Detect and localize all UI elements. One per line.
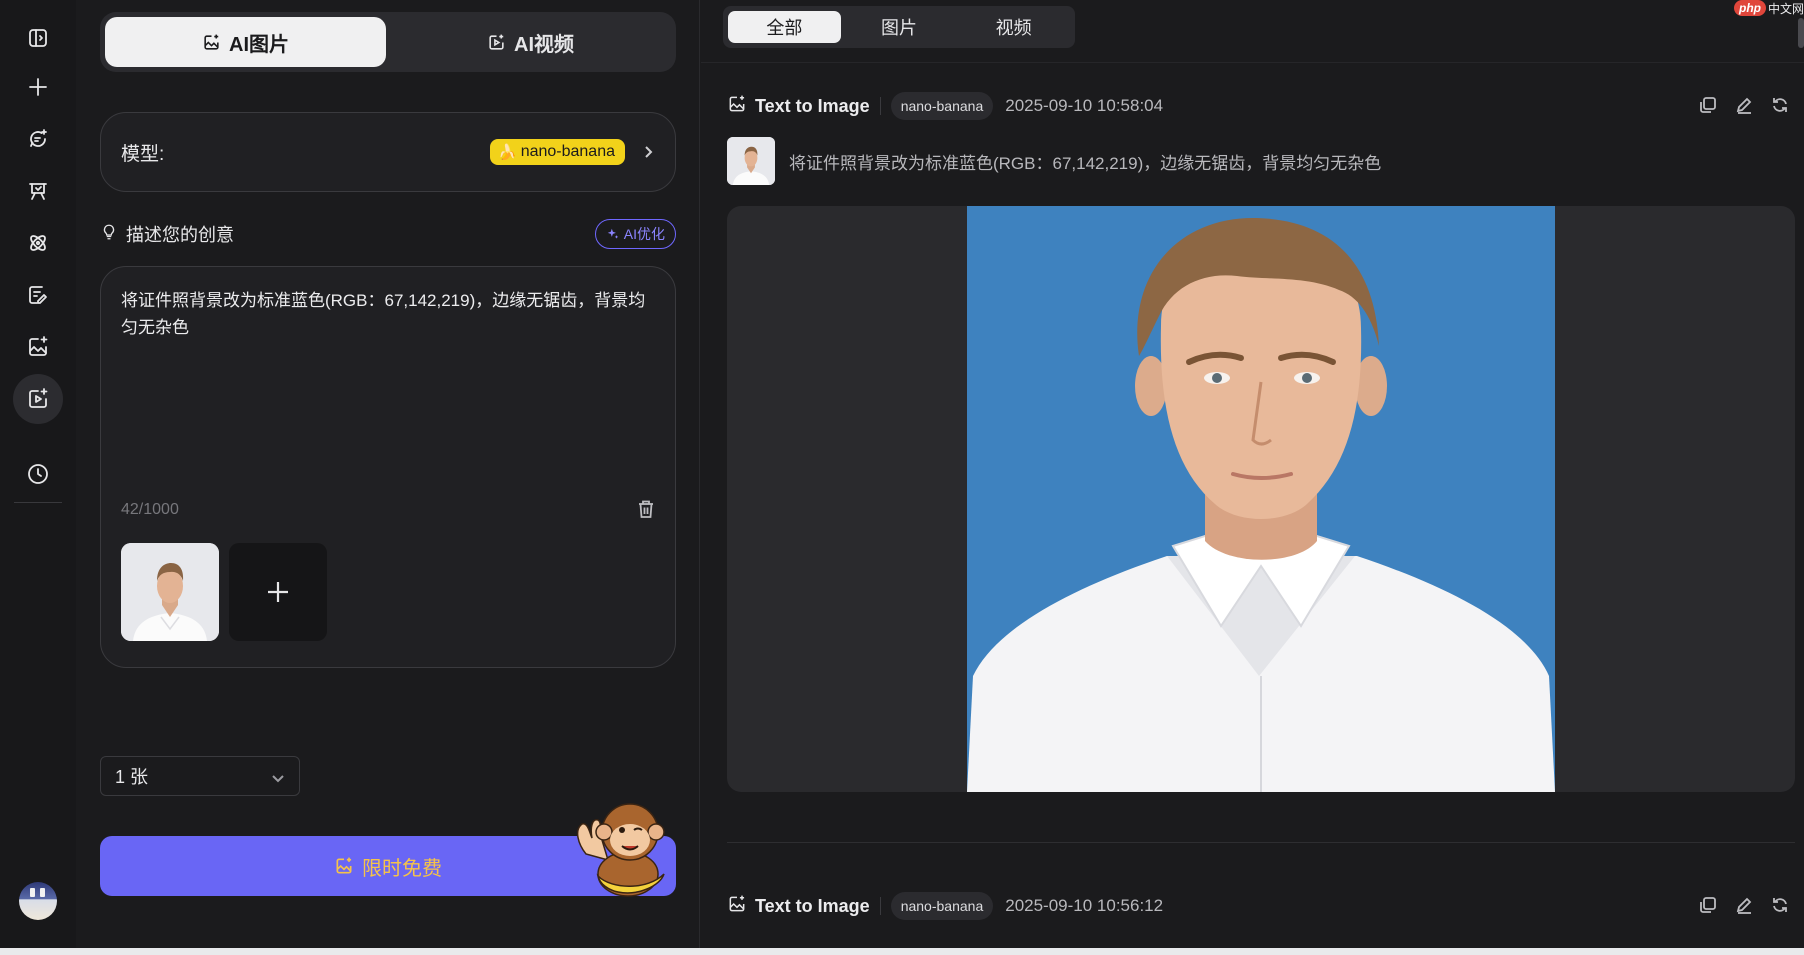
char-count: 42/1000: [121, 501, 179, 518]
video-gen-button[interactable]: [13, 374, 63, 424]
image-icon: [204, 34, 219, 50]
model-label: 模型:: [121, 143, 165, 165]
watermark-suffix: 中文网: [1767, 1, 1804, 16]
model-chip: nano-banana: [890, 92, 994, 120]
plus-icon: [268, 582, 288, 602]
model-selector[interactable]: 模型: 🍌 nano-banana: [100, 112, 676, 192]
add-reference-button[interactable]: [229, 543, 327, 641]
result-prompt-text: 将证件照背景改为标准蓝色(RGB：67,142,219)，边缘无锯齿，背景均匀无…: [789, 153, 1382, 173]
result-header: Text to Image nano-banana 2025-09-10 10:…: [727, 90, 1791, 122]
generate-label: 限时免费: [362, 857, 442, 880]
image-sparkle-icon: [727, 94, 747, 119]
describe-title: 描述您的创意: [126, 225, 234, 245]
icon-rail: [0, 0, 76, 948]
prompt-card: 将证件照背景改为标准蓝色(RGB：67,142,219)，边缘无锯齿，背景均匀无…: [100, 266, 676, 668]
divider: [879, 97, 881, 115]
plus-icon: [29, 78, 47, 96]
ai-optimize-button[interactable]: AI优化: [594, 219, 676, 249]
sparkle-icon: [607, 228, 619, 239]
result-actions: [1699, 96, 1791, 116]
results-area: 全部 图片 视频 Text to Image nano-banana 2025-…: [701, 0, 1804, 948]
tab-all[interactable]: 全部: [728, 11, 841, 43]
prompt-textarea[interactable]: 将证件照背景改为标准蓝色(RGB：67,142,219)，边缘无锯齿，背景均匀无…: [121, 287, 657, 341]
mode-tabs: AI图片 AI视频: [100, 12, 676, 72]
edit-document-icon: [29, 286, 47, 304]
tab-videos[interactable]: 视频: [957, 11, 1070, 43]
image-count-select[interactable]: 1 张: [100, 756, 300, 796]
divider: [727, 842, 1795, 843]
generate-button[interactable]: 限时免费: [100, 803, 676, 897]
model-chip: nano-banana: [890, 892, 994, 920]
result-type-label: Text to Image: [755, 95, 870, 116]
watermark-logo: php 中文网: [1733, 0, 1804, 16]
tab-ai-image-label: AI图片: [229, 33, 289, 56]
ai-tools-button[interactable]: [13, 218, 63, 268]
chevron-right-icon: [641, 145, 655, 159]
reference-thumbnail[interactable]: [727, 137, 775, 185]
scrollbar[interactable]: [1798, 18, 1804, 48]
sidebar-toggle-icon: [29, 29, 47, 47]
lightbulb-icon: [100, 223, 118, 246]
divider: [701, 62, 1804, 63]
atom-icon: [30, 235, 46, 251]
result-actions: [1699, 896, 1791, 916]
result-type-label: Text to Image: [755, 895, 870, 916]
image-sparkle-icon: [727, 894, 747, 919]
easel-icon: [29, 183, 47, 200]
reference-image-thumbnail[interactable]: [121, 543, 219, 641]
toggle-sidebar-button[interactable]: [13, 13, 63, 63]
image-sparkle-icon: [29, 336, 48, 356]
avatar[interactable]: [19, 882, 57, 920]
tab-ai-video[interactable]: AI视频: [390, 17, 671, 67]
refresh-icon[interactable]: [1771, 896, 1791, 916]
chevron-down-icon: [271, 769, 285, 783]
result-image-frame: [727, 206, 1795, 792]
model-badge: 🍌 nano-banana: [490, 139, 625, 165]
tab-images[interactable]: 图片: [843, 11, 956, 43]
chat-sparkle-icon: [30, 129, 47, 147]
ai-optimize-label: AI优化: [623, 226, 665, 242]
video-icon: [489, 34, 504, 50]
window-bottom-edge: [0, 948, 1804, 955]
result-timestamp: 2025-09-10 10:56:12: [1005, 896, 1164, 915]
edit-document-button[interactable]: [13, 270, 63, 320]
banana-icon: 🍌: [498, 144, 517, 161]
generation-panel: AI图片 AI视频 模型: 🍌 nano-banana 描述您的创意 AI优化 …: [76, 0, 700, 948]
studio-button[interactable]: [13, 166, 63, 216]
tab-ai-image[interactable]: AI图片: [105, 17, 386, 67]
history-button[interactable]: [13, 449, 63, 499]
copy-icon[interactable]: [1699, 96, 1719, 116]
rail-divider: [14, 502, 62, 503]
tab-ai-video-label: AI视频: [514, 33, 574, 56]
describe-header: 描述您的创意 AI优化: [100, 218, 676, 250]
result-timestamp: 2025-09-10 10:58:04: [1005, 96, 1164, 115]
generated-image[interactable]: [967, 206, 1555, 792]
trash-icon[interactable]: [637, 499, 655, 519]
edit-icon[interactable]: [1735, 96, 1755, 116]
image-count-value: 1 张: [115, 767, 149, 787]
refresh-icon[interactable]: [1771, 96, 1791, 116]
model-value: nano-banana: [520, 143, 615, 160]
monkey-mascot: [576, 803, 665, 897]
image-sparkle-icon: [336, 857, 352, 874]
divider: [879, 897, 881, 915]
copy-icon[interactable]: [1699, 896, 1719, 916]
clock-icon: [28, 464, 48, 484]
image-gen-button[interactable]: [13, 322, 63, 372]
video-sparkle-icon: [29, 388, 48, 408]
result-header: Text to Image nano-banana 2025-09-10 10:…: [727, 890, 1791, 922]
new-button[interactable]: [13, 62, 63, 112]
filter-tabs: 全部 图片 视频: [723, 6, 1075, 48]
result-prompt-row: 将证件照背景改为标准蓝色(RGB：67,142,219)，边缘无锯齿，背景均匀无…: [727, 136, 1381, 186]
edit-icon[interactable]: [1735, 896, 1755, 916]
watermark-brand: php: [1733, 0, 1766, 16]
chat-button[interactable]: [13, 114, 63, 164]
